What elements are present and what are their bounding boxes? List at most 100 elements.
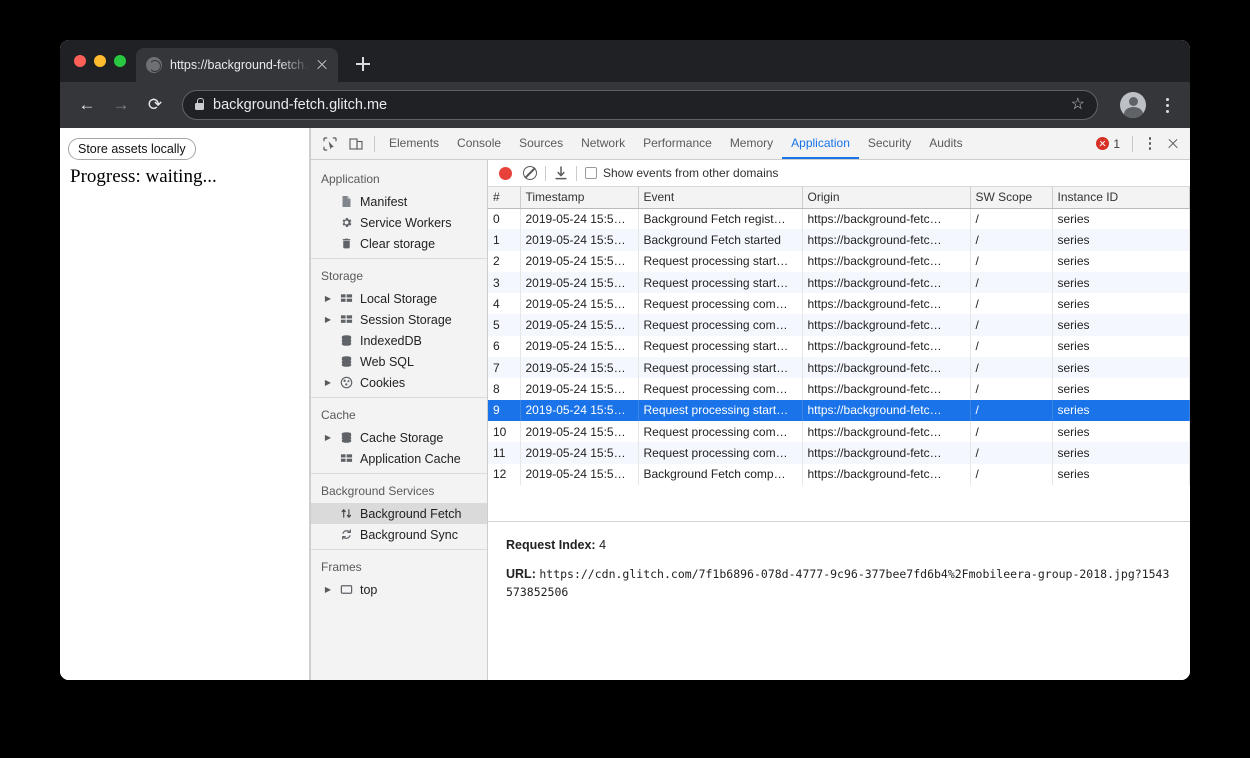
table-row[interactable]: 12 2019-05-24 15:5… Background Fetch comp…… (488, 463, 1190, 485)
cursor-inspect-icon[interactable] (317, 131, 343, 157)
tab-sources[interactable]: Sources (510, 128, 572, 159)
table-row[interactable]: 11 2019-05-24 15:5… Request processing com… (488, 442, 1190, 464)
table-row[interactable]: 10 2019-05-24 15:5… Request processing com… (488, 420, 1190, 443)
browser-toolbar: ← → ⟳ background-fetch.glitch.me ☆ (60, 82, 1190, 128)
cell-instance-id: series (1052, 399, 1190, 421)
store-assets-locally-button[interactable]: Store assets locally (68, 138, 196, 160)
table-row[interactable]: 5 2019-05-24 15:5… Request processing com…… (488, 314, 1190, 336)
section-title-storage: Storage (321, 269, 364, 283)
table-row[interactable]: 1 2019-05-24 15:5… Background Fetch starte… (488, 229, 1190, 251)
new-tab-button[interactable] (348, 49, 378, 79)
close-icon[interactable] (314, 57, 330, 73)
tab-security[interactable]: Security (859, 128, 920, 159)
maximize-window-button[interactable] (114, 55, 126, 67)
tab-application[interactable]: Application (782, 128, 859, 159)
events-table: # Timestamp Event Origin SW Scope Instan… (488, 187, 1190, 485)
chevron-right-icon[interactable]: ▶ (323, 585, 333, 594)
cell-origin: https://background-fetc… (802, 314, 971, 336)
sidebar-item-web-sql[interactable]: ▶ Web SQL (311, 351, 487, 372)
cell-origin: https://background-fetc… (802, 335, 971, 358)
devtools-panel: Elements Console Sources Network Perform… (310, 128, 1190, 680)
tab-performance[interactable]: Performance (634, 128, 721, 159)
cell-timestamp: 2019-05-24 15:5… (520, 208, 639, 230)
back-button[interactable]: ← (72, 90, 102, 120)
cell-index: 10 (488, 420, 521, 443)
checkbox-label: Show events from other domains (603, 166, 779, 180)
table-icon (339, 291, 354, 306)
tab-elements[interactable]: Elements (380, 128, 448, 159)
browser-tab[interactable]: https://background-fetch.glitch (136, 48, 338, 82)
address-bar[interactable]: background-fetch.glitch.me ☆ (182, 90, 1098, 120)
chevron-right-icon[interactable]: ▶ (323, 315, 333, 324)
bookmark-star-icon[interactable]: ☆ (1071, 97, 1085, 113)
table-row[interactable]: 7 2019-05-24 15:5… Request processing star… (488, 357, 1190, 379)
sidebar-item-label: Background Fetch (360, 506, 462, 521)
sidebar-item-indexeddb[interactable]: ▶ IndexedDB (311, 330, 487, 351)
table-row[interactable]: 2 2019-05-24 15:5… Request processing star… (488, 250, 1190, 272)
sidebar-item-service-workers[interactable]: ▶ Service Workers (311, 212, 487, 233)
frame-icon (339, 582, 354, 597)
minimize-window-button[interactable] (94, 55, 106, 67)
sidebar-item-cache-storage[interactable]: ▶ Cache Storage (311, 427, 487, 448)
clear-ban-icon[interactable] (523, 166, 537, 180)
kebab-menu-icon[interactable] (1156, 90, 1178, 120)
close-window-button[interactable] (74, 55, 86, 67)
sidebar-item-session-storage[interactable]: ▶ Session Storage (311, 309, 487, 330)
sidebar-item-label: Service Workers (360, 215, 452, 230)
column-header-sw-scope[interactable]: SW Scope (970, 187, 1053, 209)
globe-icon (146, 57, 162, 73)
checkbox-icon[interactable] (585, 167, 597, 179)
devtools-close-icon[interactable] (1162, 133, 1184, 155)
cell-event: Request processing start… (638, 399, 803, 421)
sidebar-item-background-fetch[interactable]: ▶ Background Fetch (311, 503, 487, 524)
tab-console[interactable]: Console (448, 128, 510, 159)
cell-index: 3 (488, 271, 521, 294)
tab-audits[interactable]: Audits (920, 128, 971, 159)
cell-sw-scope: / (970, 357, 1053, 379)
chevron-right-icon[interactable]: ▶ (323, 433, 333, 442)
events-table-container[interactable]: # Timestamp Event Origin SW Scope Instan… (488, 187, 1190, 522)
device-toggle-icon[interactable] (343, 131, 369, 157)
sidebar-item-clear-storage[interactable]: ▶ Clear storage (311, 233, 487, 254)
sidebar-item-application-cache[interactable]: ▶ Application Cache (311, 448, 487, 469)
download-icon[interactable] (554, 165, 568, 181)
table-row[interactable]: 4 2019-05-24 15:5… Request processing com…… (488, 293, 1190, 315)
column-header-index[interactable]: # (488, 187, 521, 209)
table-row[interactable]: 9 2019-05-24 15:5… Request processing star… (488, 399, 1190, 421)
toolbar-divider (374, 135, 375, 152)
table-row[interactable]: 8 2019-05-24 15:5… Request processing com…… (488, 378, 1190, 400)
cell-event: Request processing com… (638, 293, 803, 315)
sidebar-item-cookies[interactable]: ▶ Cookies (311, 372, 487, 393)
table-row[interactable]: 0 2019-05-24 15:5… Background Fetch regist… (488, 208, 1190, 230)
column-header-instance-id[interactable]: Instance ID (1052, 187, 1190, 209)
cell-instance-id: series (1052, 208, 1190, 230)
forward-button[interactable]: → (106, 90, 136, 120)
table-row[interactable]: 6 2019-05-24 15:5… Request processing star… (488, 335, 1190, 358)
sidebar-item-label: Local Storage (360, 291, 438, 306)
tab-memory[interactable]: Memory (721, 128, 782, 159)
column-header-origin[interactable]: Origin (802, 187, 971, 209)
table-row[interactable]: 3 2019-05-24 15:5… Request processing star… (488, 271, 1190, 294)
cell-event: Request processing com… (638, 314, 803, 336)
sidebar-item-top-frame[interactable]: ▶ top (311, 579, 487, 600)
url-label: URL: (506, 567, 536, 582)
window-body: Store assets locally Progress: waiting..… (60, 128, 1190, 680)
chevron-right-icon[interactable]: ▶ (323, 294, 333, 303)
sidebar-item-label: Clear storage (360, 236, 436, 251)
sidebar-item-background-sync[interactable]: ▶ Background Sync (311, 524, 487, 545)
column-header-event[interactable]: Event (638, 187, 803, 209)
column-header-timestamp[interactable]: Timestamp (520, 187, 639, 209)
tab-network[interactable]: Network (572, 128, 634, 159)
chevron-right-icon[interactable]: ▶ (323, 378, 333, 387)
record-circle-icon[interactable] (499, 166, 512, 180)
show-other-domains-checkbox[interactable]: Show events from other domains (585, 166, 778, 180)
database-icon (339, 354, 354, 369)
cell-instance-id: series (1052, 271, 1190, 294)
reload-button[interactable]: ⟳ (140, 90, 170, 120)
error-badge[interactable]: 1 (1091, 137, 1125, 151)
avatar[interactable] (1120, 92, 1146, 118)
devtools-kebab-menu-icon[interactable] (1140, 133, 1160, 155)
sidebar-item-local-storage[interactable]: ▶ Local Storage (311, 288, 487, 309)
cell-origin: https://background-fetc… (802, 420, 971, 443)
sidebar-item-manifest[interactable]: ▶ Manifest (311, 191, 487, 212)
